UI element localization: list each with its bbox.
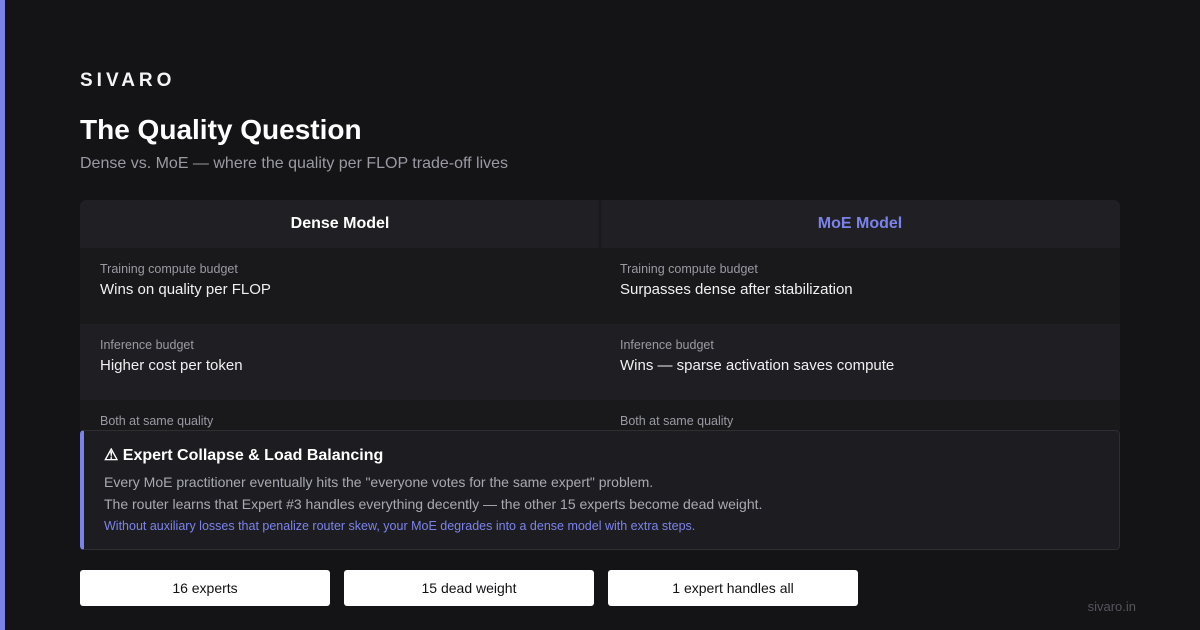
table-row-same-quality: Both at same quality Both at same qualit… [80, 400, 1120, 430]
callout-line: Every MoE practitioner eventually hits t… [104, 474, 654, 490]
cell-value: Surpasses dense after stabilization [620, 281, 853, 298]
cell-value: Wins on quality per FLOP [100, 281, 271, 298]
cell-label: Both at same quality [100, 414, 214, 428]
column-divider [599, 200, 601, 248]
comparison-table: Dense Model MoE Model Training compute b… [80, 200, 1120, 430]
dense-cell: Inference budget Higher cost per token [100, 338, 580, 374]
cell-label: Training compute budget [620, 262, 758, 276]
cell-value: Wins — sparse activation saves compute [620, 357, 895, 374]
warning-icon: ⚠ [104, 447, 119, 464]
stat-pill-dead-weight: 15 dead weight [344, 570, 594, 606]
moe-cell: Inference budget Wins — sparse activatio… [620, 338, 1100, 374]
page-subtitle: Dense vs. MoE — where the quality per FL… [80, 155, 509, 172]
column-header-moe: MoE Model [600, 200, 1120, 248]
page-title: The Quality Question [80, 114, 362, 145]
cell-label: Inference budget [620, 338, 714, 352]
cell-label: Training compute budget [100, 262, 238, 276]
column-header-dense: Dense Model [80, 200, 600, 248]
table-row-training: Training compute budget Wins on quality … [80, 248, 1120, 324]
table-row-inference: Inference budget Higher cost per token I… [80, 324, 1120, 400]
cell-label: Inference budget [100, 338, 194, 352]
cell-label: Both at same quality [620, 414, 734, 428]
accent-bar [0, 0, 5, 630]
footer-url: sivaro.in [1087, 599, 1136, 614]
callout-line: The router learns that Expert #3 handles… [104, 496, 763, 512]
stat-pill-one-expert: 1 expert handles all [608, 570, 858, 606]
stat-pill-experts: 16 experts [80, 570, 330, 606]
dense-cell: Training compute budget Wins on quality … [100, 262, 580, 298]
brand-logo: SIVARO [80, 70, 176, 91]
moe-cell: Training compute budget Surpasses dense … [620, 262, 1100, 298]
callout-title: ⚠ Expert Collapse & Load Balancing [104, 445, 383, 465]
dense-cell: Both at same quality [100, 414, 580, 430]
cell-value: Higher cost per token [100, 357, 243, 374]
callout-title-text: Expert Collapse & Load Balancing [122, 447, 384, 464]
moe-cell: Both at same quality [620, 414, 1100, 430]
expert-collapse-callout: ⚠ Expert Collapse & Load Balancing Every… [80, 430, 1120, 550]
callout-note: Without auxiliary losses that penalize r… [104, 519, 696, 533]
